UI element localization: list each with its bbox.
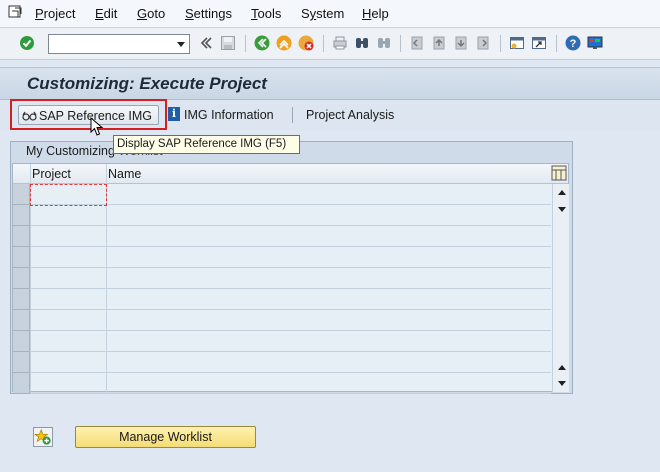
table-row[interactable]	[30, 226, 551, 247]
command-field[interactable]	[48, 34, 190, 54]
column-header-name[interactable]: Name	[108, 167, 141, 181]
system-menu-icon[interactable]	[8, 5, 23, 20]
table-row[interactable]	[30, 247, 551, 268]
cell-focus-marker	[30, 184, 107, 206]
new-session-icon[interactable]	[509, 35, 525, 51]
table-row[interactable]	[30, 352, 551, 373]
table-row[interactable]	[30, 205, 551, 226]
table-row[interactable]	[30, 268, 551, 289]
back-icon[interactable]	[254, 35, 270, 51]
scroll-up-icon[interactable]	[557, 363, 567, 371]
project-analysis-button[interactable]: Project Analysis	[306, 108, 394, 122]
first-page-icon[interactable]	[409, 35, 425, 51]
column-settings-icon[interactable]	[551, 165, 567, 181]
previous-page-icon[interactable]	[431, 35, 447, 51]
info-icon: i	[168, 107, 180, 121]
row-selector[interactable]	[13, 331, 30, 352]
add-favorite-icon[interactable]	[33, 427, 53, 447]
scroll-down-icon[interactable]	[557, 206, 567, 214]
highlight-box	[10, 99, 167, 130]
row-selector[interactable]	[13, 226, 30, 247]
row-selector[interactable]	[13, 184, 30, 205]
table-row[interactable]	[30, 331, 551, 352]
mouse-cursor-icon	[90, 117, 104, 136]
row-selector[interactable]	[13, 373, 30, 394]
row-selector[interactable]	[13, 268, 30, 289]
svg-text:?: ?	[570, 38, 577, 50]
shortcut-icon[interactable]	[531, 35, 547, 51]
title-bar: Customizing: Execute Project	[0, 67, 660, 100]
chevron-down-icon[interactable]	[175, 38, 187, 50]
page-title: Customizing: Execute Project	[27, 74, 267, 93]
table-row[interactable]	[30, 373, 551, 394]
worklist-table: Project Name	[12, 163, 569, 394]
toolbar-separator	[400, 35, 401, 52]
table-row[interactable]	[30, 310, 551, 331]
find-icon[interactable]	[354, 35, 370, 51]
menu-help[interactable]: Help	[362, 6, 389, 21]
toolbar-separator	[292, 107, 293, 123]
scroll-up-icon[interactable]	[557, 188, 567, 196]
enter-icon[interactable]	[19, 35, 35, 51]
next-page-icon[interactable]	[453, 35, 469, 51]
menu-bar: Project Edit Goto Settings Tools System …	[0, 0, 660, 28]
menu-tools[interactable]: Tools	[251, 6, 281, 21]
menu-project[interactable]: Project	[35, 6, 75, 21]
toolbar-separator	[323, 35, 324, 52]
row-selector[interactable]	[13, 352, 30, 373]
row-selector[interactable]	[13, 205, 30, 226]
help-icon[interactable]: ?	[565, 35, 581, 51]
table-row[interactable]	[30, 289, 551, 310]
tooltip: Display SAP Reference IMG (F5)	[113, 135, 300, 154]
toolbar-separator	[556, 35, 557, 52]
layout-icon[interactable]	[587, 35, 603, 51]
row-selector[interactable]	[13, 310, 30, 331]
toolbar-separator	[245, 35, 246, 52]
cancel-icon[interactable]	[298, 35, 314, 51]
table-row[interactable]	[30, 184, 551, 205]
print-icon[interactable]	[332, 35, 348, 51]
menu-system[interactable]: System	[301, 6, 344, 21]
collapse-icon[interactable]	[198, 35, 214, 51]
menu-settings[interactable]: Settings	[185, 6, 232, 21]
toolbar-separator	[500, 35, 501, 52]
column-header-project[interactable]: Project	[32, 167, 71, 181]
standard-toolbar: ?	[0, 28, 660, 60]
last-page-icon[interactable]	[475, 35, 491, 51]
manage-worklist-button[interactable]: Manage Worklist	[75, 426, 256, 448]
menu-goto[interactable]: Goto	[137, 6, 165, 21]
img-information-label: IMG Information	[184, 108, 274, 122]
exit-icon[interactable]	[276, 35, 292, 51]
save-icon[interactable]	[220, 35, 236, 51]
vertical-scrollbar[interactable]	[552, 184, 569, 392]
find-next-icon[interactable]	[376, 35, 392, 51]
scroll-down-icon[interactable]	[557, 380, 567, 388]
row-selector[interactable]	[13, 289, 30, 310]
row-selector[interactable]	[13, 247, 30, 268]
table-header: Project Name	[13, 164, 568, 184]
menu-edit[interactable]: Edit	[95, 6, 117, 21]
